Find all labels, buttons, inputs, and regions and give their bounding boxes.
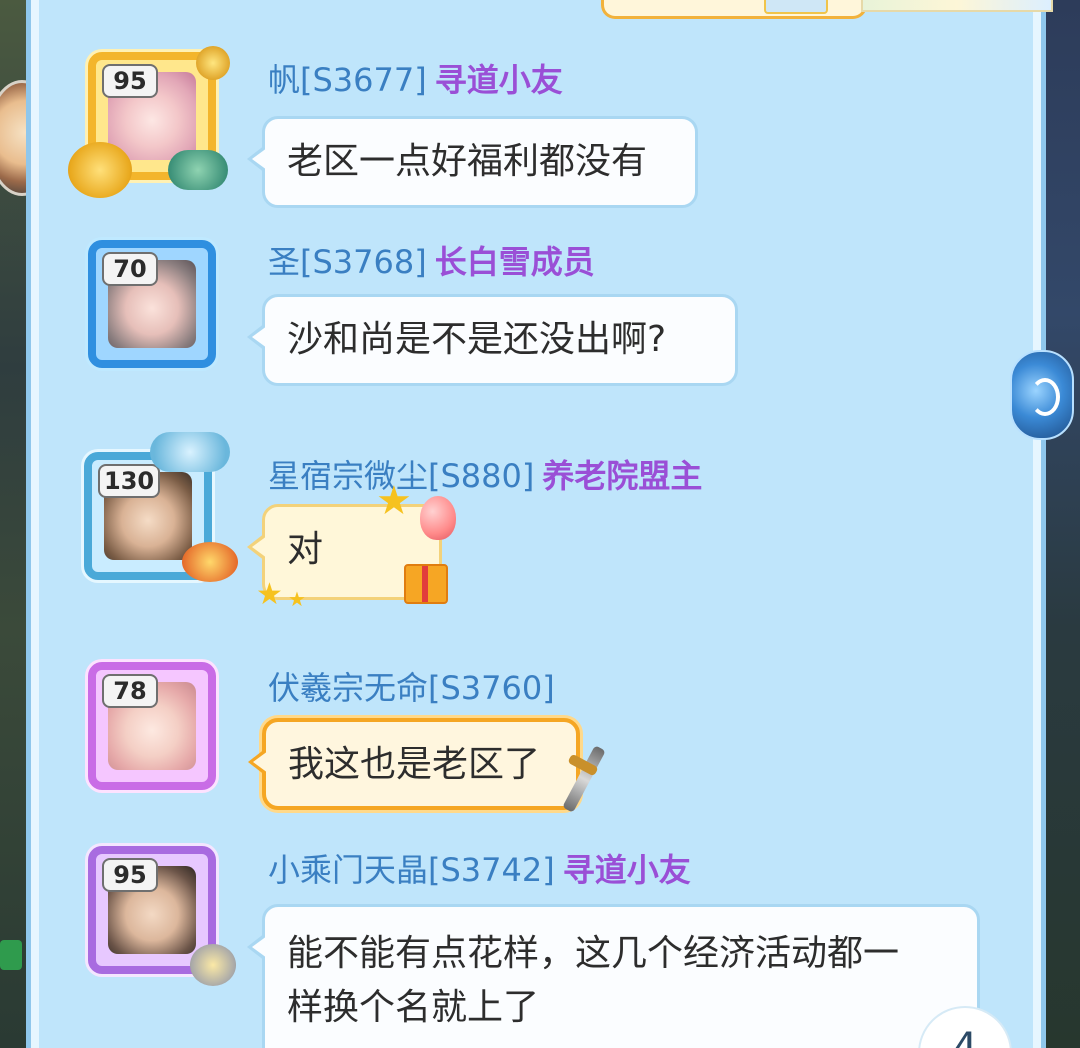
emblem-icon [764, 0, 828, 14]
sender-title: 长白雪成员 [434, 243, 595, 281]
message-bubble[interactable]: 老区一点好福利都没有 [247, 116, 698, 208]
sender-title: 寻道小友 [562, 851, 691, 889]
level-badge: 70 [102, 252, 158, 286]
star-icon: ★ [288, 587, 306, 611]
rank-medal-icon [182, 542, 238, 582]
gift-icon [404, 564, 448, 604]
rank-medal-icon [190, 944, 236, 986]
level-badge: 130 [98, 464, 161, 498]
refresh-icon[interactable] [1010, 350, 1074, 440]
sender-line: 伏羲宗无命[S3760] [268, 668, 555, 708]
message-bubble[interactable]: 能不能有点花样，这几个经济活动都一 样换个名就上了 [247, 904, 980, 1048]
level-badge: 95 [102, 64, 158, 98]
star-icon: ★ [376, 478, 412, 524]
flower-ornament-icon [68, 142, 132, 198]
star-icon: ★ [256, 577, 283, 612]
avatar[interactable]: 78 [88, 662, 216, 790]
sender-name[interactable]: 帆[S3677] [268, 61, 427, 99]
sender-line: 圣[S3768] 长白雪成员 [268, 242, 595, 282]
sender-name[interactable]: 小乘门天晶[S3742] [268, 851, 555, 889]
sender-title: 寻道小友 [434, 61, 563, 99]
message-bubble[interactable]: 沙和尚是不是还没出啊? [247, 294, 738, 386]
message-text: 老区一点好福利都没有 [287, 141, 648, 182]
message-text: 对 [287, 529, 324, 570]
message-bubble[interactable]: 我这也是老区了 [248, 718, 580, 810]
message-text-line: 能不能有点花样，这几个经济活动都一 [287, 933, 900, 974]
previous-message-decoration [861, 0, 1053, 12]
balloon-icon [420, 496, 456, 540]
side-tag-icon[interactable] [0, 940, 22, 970]
sender-line: 帆[S3677] 寻道小友 [268, 60, 563, 100]
sender-name[interactable]: 圣[S3768] [268, 243, 427, 281]
previous-message-bubble [601, 0, 867, 19]
sender-title: 养老院盟主 [542, 457, 703, 495]
sender-line: 星宿宗微尘[S880] 养老院盟主 [268, 456, 702, 496]
sender-line: 小乘门天晶[S3742] 寻道小友 [268, 850, 691, 890]
dragon-ornament-icon [150, 432, 230, 472]
message-text: 沙和尚是不是还没出啊? [287, 319, 667, 360]
avatar[interactable]: 70 [88, 240, 216, 368]
vine-ornament-icon [168, 150, 228, 190]
sender-name[interactable]: 伏羲宗无命[S3760] [268, 669, 555, 707]
sun-ornament-icon [196, 46, 230, 80]
message-text-line: 样换个名就上了 [287, 987, 540, 1028]
message-text: 我这也是老区了 [288, 744, 541, 785]
level-badge: 78 [102, 674, 158, 708]
level-badge: 95 [102, 858, 158, 892]
